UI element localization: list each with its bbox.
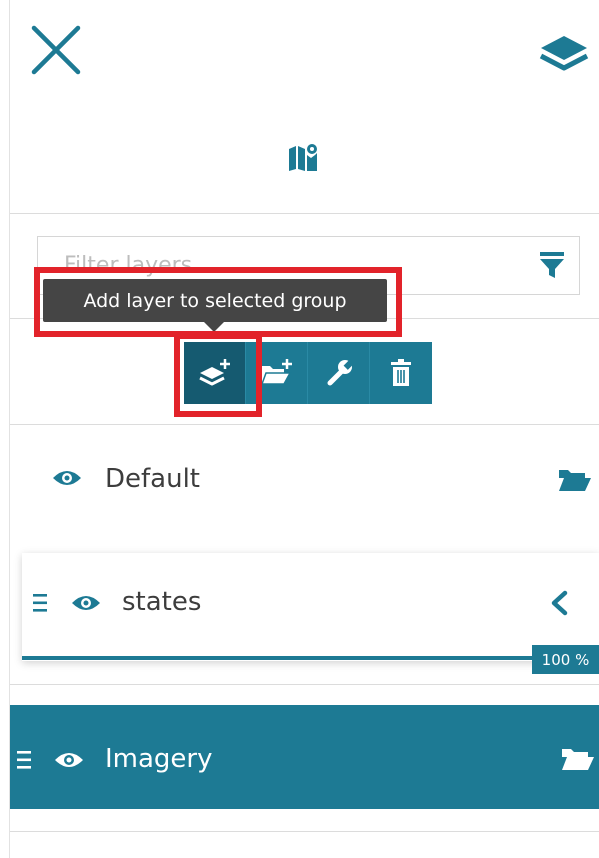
filter-icon[interactable] bbox=[539, 251, 565, 279]
add-layer-button[interactable] bbox=[184, 342, 246, 404]
add-group-button[interactable] bbox=[246, 342, 308, 404]
layer-card-states[interactable]: states bbox=[22, 553, 599, 661]
tooltip-arrow bbox=[203, 321, 225, 332]
group-label: Default bbox=[105, 464, 200, 494]
group-row-imagery[interactable]: Imagery bbox=[10, 705, 599, 809]
eye-icon[interactable] bbox=[52, 467, 82, 489]
divider bbox=[10, 831, 599, 832]
group-label: Imagery bbox=[105, 744, 213, 774]
opacity-value-badge: 100 % bbox=[532, 645, 599, 674]
tooltip: Add layer to selected group bbox=[43, 279, 387, 322]
trash-icon bbox=[391, 359, 411, 386]
eye-icon[interactable] bbox=[54, 749, 84, 771]
wrench-icon bbox=[327, 359, 354, 386]
drag-handle-icon[interactable] bbox=[33, 592, 49, 618]
close-icon[interactable] bbox=[28, 22, 84, 78]
layer-label: states bbox=[122, 587, 202, 617]
chevron-left-icon[interactable] bbox=[550, 590, 568, 616]
layers-icon[interactable] bbox=[537, 26, 591, 80]
group-row-default[interactable]: Default bbox=[10, 440, 599, 520]
folder-open-icon[interactable] bbox=[561, 747, 595, 771]
delete-button[interactable] bbox=[370, 342, 432, 404]
eye-icon[interactable] bbox=[71, 592, 101, 614]
folder-plus-icon bbox=[260, 359, 292, 385]
settings-button[interactable] bbox=[308, 342, 370, 404]
divider bbox=[10, 213, 599, 214]
map-marker-icon[interactable] bbox=[288, 143, 318, 171]
folder-open-icon[interactable] bbox=[558, 468, 592, 492]
opacity-slider[interactable] bbox=[22, 656, 535, 660]
layer-plus-icon bbox=[198, 359, 230, 386]
layer-toolbar bbox=[184, 342, 432, 404]
divider bbox=[10, 684, 599, 685]
drag-handle-icon[interactable] bbox=[17, 749, 33, 775]
divider bbox=[10, 424, 599, 425]
